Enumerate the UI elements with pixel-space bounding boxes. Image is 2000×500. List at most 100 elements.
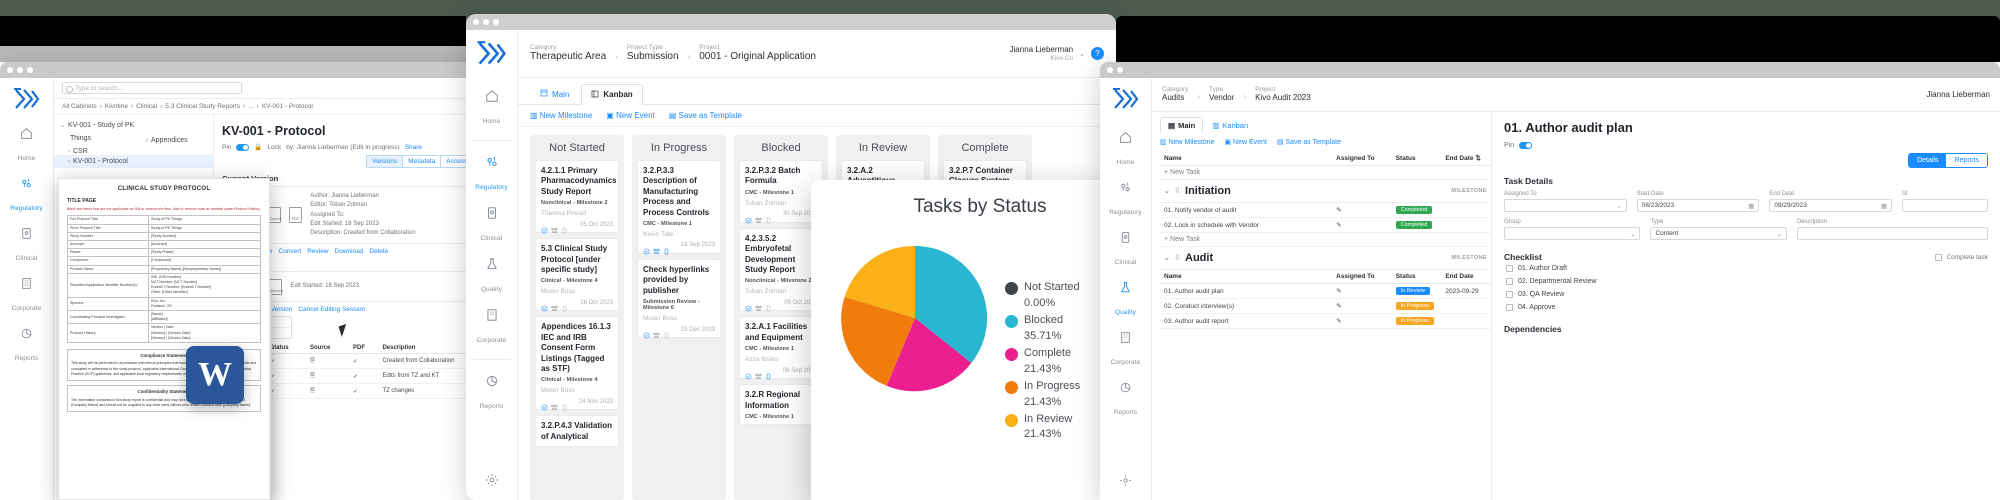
attachment-icon[interactable]: [663, 326, 670, 339]
sidebar-item-clinical[interactable]: Clinical: [1100, 224, 1153, 274]
table-row[interactable]: 01. Notify vendor of audit ✎ Completed: [1160, 203, 1491, 218]
checkbox[interactable]: [1506, 291, 1513, 298]
chevron-right-icon[interactable]: ›: [68, 159, 70, 165]
new-event-button[interactable]: ▣ New Event: [606, 111, 654, 120]
kanban-column-in-progress[interactable]: In Progress 3.2.P.3.3 Description of Man…: [632, 135, 726, 500]
initiation-tasks[interactable]: 01. Notify vendor of audit ✎ Completed 0…: [1160, 203, 1491, 247]
action-bar[interactable]: ▥ New Milestone ▣ New Event ▤ Save as Te…: [1160, 133, 1491, 151]
attachment-icon[interactable]: [561, 299, 568, 312]
breadcrumb[interactable]: Category Audits › Type Vendor › Project …: [1162, 86, 1311, 103]
pin-toggle[interactable]: [1519, 142, 1533, 149]
delete-button[interactable]: Delete: [369, 248, 388, 255]
audit-window[interactable]: Home Regulatory Clinical Quality Corpora…: [1100, 62, 2000, 500]
check-circle-icon[interactable]: [541, 398, 548, 411]
window-titlebar-left[interactable]: [0, 62, 515, 78]
breadcrumb-project[interactable]: Project Kivo Audit 2023: [1255, 86, 1311, 103]
sidebar-item-clinical[interactable]: Clinical: [466, 199, 519, 250]
table-row[interactable]: 01. Author audit plan ✎ In Review 2023-0…: [1160, 283, 1491, 299]
breadcrumb-category[interactable]: Category Therapeutic Area: [530, 44, 606, 64]
kanban-column-not-started[interactable]: Not Started 4.2.1.1 Primary Pharmacodyna…: [530, 135, 624, 500]
field-type[interactable]: Type Content ⌄: [1650, 219, 1787, 240]
legend-item-complete[interactable]: Complete 21.43%: [1005, 346, 1080, 378]
sidebar-item-clinical[interactable]: Clinical: [0, 220, 54, 270]
window-dot[interactable]: [1107, 67, 1113, 73]
attachment-icon[interactable]: [765, 211, 772, 224]
cell-edit-icon[interactable]: ✎: [1332, 283, 1392, 299]
legend-item-in-review[interactable]: In Review 21.43%: [1005, 412, 1080, 444]
save-as-template-button[interactable]: ▤ Save as Template: [1277, 138, 1341, 146]
workflow-icon[interactable]: [755, 299, 762, 312]
kanban-card[interactable]: 5.3 Clinical Study Protocol [under speci…: [535, 238, 619, 312]
check-circle-icon[interactable]: [745, 299, 752, 312]
sidebar-center[interactable]: Home Regulatory Clinical Quality Corpora…: [466, 30, 518, 500]
complete-task-checkbox[interactable]: [1935, 253, 1943, 261]
view-tabs[interactable]: Main Kanban: [518, 78, 1116, 105]
kanban-card[interactable]: 4.2.1.1 Primary Pharmacodynamics Study R…: [535, 160, 619, 234]
breadcrumb-item[interactable]: KV-001 - Protocol: [262, 103, 313, 110]
window-dot[interactable]: [483, 19, 489, 25]
sidebar-item-corporate[interactable]: Corporate: [466, 301, 519, 352]
cell-edit-icon[interactable]: ✎: [1332, 203, 1392, 218]
details-tab[interactable]: Details: [1909, 154, 1947, 167]
chevron-down-icon[interactable]: ⌄: [1776, 230, 1781, 238]
field-input[interactable]: ⌄: [1504, 227, 1641, 240]
sidebar-right[interactable]: Home Regulatory Clinical Quality Corpora…: [1100, 78, 1152, 500]
workflow-icon[interactable]: [653, 326, 660, 338]
field-input[interactable]: 08/23/2023 ▦: [1636, 199, 1760, 212]
new-task-button[interactable]: + New Task: [1160, 165, 1491, 180]
task-list-pane[interactable]: ▤ Main ▥ Kanban ▥ New Milestone ▣ New Ev…: [1152, 112, 1492, 500]
table-row[interactable]: + New Task: [1160, 165, 1491, 180]
chevron-down-icon[interactable]: ⌄: [1079, 50, 1085, 58]
attachment-icon[interactable]: [663, 242, 670, 255]
field-assigned-to[interactable]: Assigned To ⌄: [1504, 191, 1627, 212]
sidebar-item-quality[interactable]: Quality: [466, 250, 519, 301]
drag-handle-icon[interactable]: ⠿: [1175, 254, 1180, 262]
attachment-icon[interactable]: [765, 299, 772, 312]
table-row[interactable]: 02. Lock in schedule with Vendor ✎ Compl…: [1160, 217, 1491, 233]
sidebar-item-home[interactable]: Home: [466, 82, 519, 133]
tree-item-selected[interactable]: › KV-001 - Protocol: [54, 155, 213, 168]
window-dot[interactable]: [27, 67, 33, 73]
task-fields-row2[interactable]: Group ⌄ Type Content ⌄ Description: [1504, 219, 1988, 240]
window-titlebar-right[interactable]: [1100, 62, 2000, 78]
word-document-icon[interactable]: W: [186, 346, 244, 404]
window-dot[interactable]: [7, 67, 13, 73]
window-titlebar-center[interactable]: [466, 14, 1116, 30]
tree-item[interactable]: ⌄ KV-001 - Study of PK: [54, 119, 213, 132]
check-circle-icon[interactable]: [643, 242, 650, 255]
attachment-icon[interactable]: [561, 398, 568, 411]
tasks-by-status-popup[interactable]: Tasks by Status Not Started 0.00% Blocked…: [811, 180, 1149, 500]
checklist-item[interactable]: 02. Departmental Review: [1504, 275, 1988, 288]
kanban-card[interactable]: Check hyperlinks provided by publisher S…: [637, 258, 721, 339]
help-icon[interactable]: ?: [1091, 47, 1104, 60]
checklist-item[interactable]: 03. QA Review: [1504, 288, 1988, 301]
field-input[interactable]: ⌄: [1504, 199, 1627, 212]
cancel-editing-session-button[interactable]: Cancel Editing Session: [298, 306, 365, 313]
kanban-card[interactable]: 3.2.P.4.3 Validation of Analytical: [535, 415, 619, 448]
reports-tab[interactable]: Reports: [1946, 154, 1987, 167]
settings-gear[interactable]: [1119, 474, 1132, 500]
checkbox[interactable]: [1506, 265, 1513, 272]
breadcrumb-item[interactable]: Kivotine: [105, 103, 128, 110]
new-milestone-button[interactable]: ▥ New Milestone: [530, 111, 592, 120]
kanban-card[interactable]: 3.2.P.3.3 Description of Manufacturing P…: [637, 160, 721, 255]
pin-toggle[interactable]: [236, 143, 250, 151]
breadcrumb-project-type[interactable]: Project Type Submission: [627, 44, 679, 64]
workflow-icon[interactable]: [653, 242, 660, 254]
search-input[interactable]: Type to search...: [62, 82, 242, 94]
cell-edit-icon[interactable]: ✎: [1332, 298, 1392, 314]
tab-kanban[interactable]: Kanban: [581, 84, 643, 105]
breadcrumb-item[interactable]: 5.3 Clinical Study Reports: [165, 103, 240, 110]
breadcrumb-category[interactable]: Category Audits: [1162, 86, 1188, 103]
drag-handle-icon[interactable]: ⠿: [1175, 187, 1180, 195]
cell-edit-icon[interactable]: ✎: [1332, 313, 1392, 329]
save-as-template-button[interactable]: ▤ Save as Template: [669, 111, 742, 120]
field-status[interactable]: St: [1902, 191, 1989, 212]
check-circle-icon[interactable]: [541, 221, 548, 234]
cell-edit-icon[interactable]: ✎: [1332, 217, 1392, 233]
source-file-icon[interactable]: Source: [268, 207, 282, 224]
milestone-group-initiation[interactable]: ⌄ ⠿ Initiation MILESTONE: [1160, 180, 1491, 203]
settings-gear[interactable]: [485, 473, 499, 500]
view-tabs[interactable]: ▤ Main ▥ Kanban: [1160, 112, 1491, 133]
pdf-preview-card[interactable]: CLINICAL STUDY PROTOCOL TITLE PAGE Black…: [58, 178, 270, 500]
